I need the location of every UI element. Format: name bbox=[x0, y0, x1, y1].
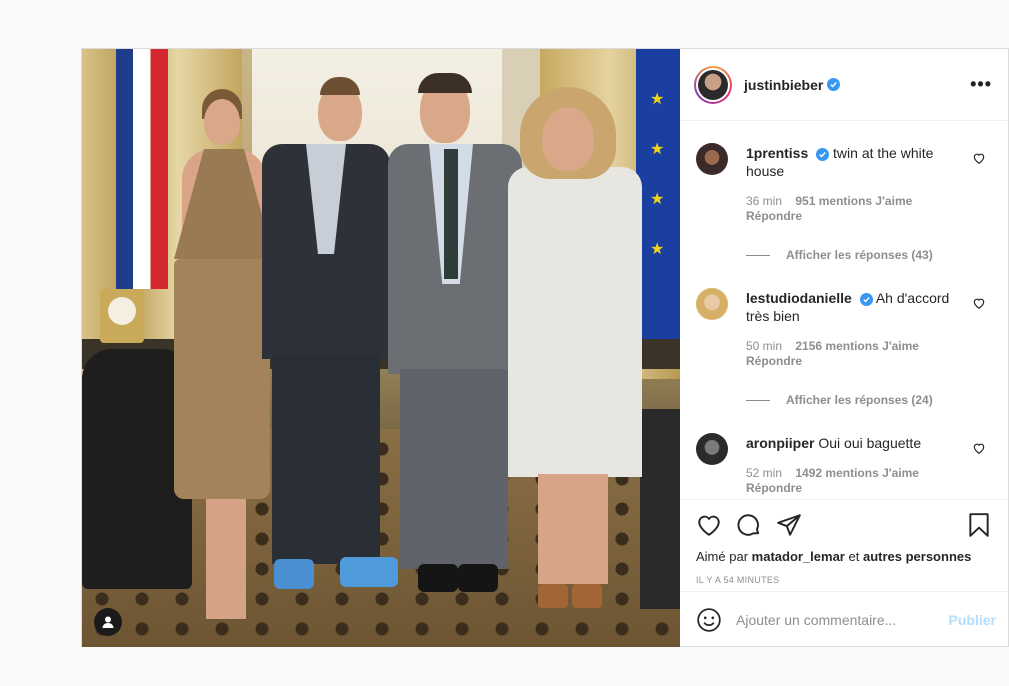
comment-like-heart-icon[interactable] bbox=[972, 296, 986, 310]
reply-button[interactable]: Répondre bbox=[746, 481, 802, 495]
verified-badge-icon bbox=[816, 148, 830, 161]
emoji-smiley-icon[interactable] bbox=[696, 607, 722, 633]
post-sidebar: justinbieber ••• 1prentiss twin at the w… bbox=[680, 49, 1008, 647]
person-1-skirt bbox=[174, 259, 270, 499]
instagram-post: ★ ★ ★ ★ justinbieber ••• 1prentiss twin … bbox=[81, 48, 1009, 647]
person-3-shoe-right bbox=[458, 564, 498, 592]
author-avatar[interactable] bbox=[694, 65, 732, 104]
bookmark-icon[interactable] bbox=[966, 512, 992, 538]
post-photo[interactable]: ★ ★ ★ ★ bbox=[82, 49, 680, 647]
person-4-head bbox=[542, 107, 594, 171]
comment-username[interactable]: lestudiodanielle bbox=[746, 290, 852, 306]
more-options-icon[interactable]: ••• bbox=[970, 74, 992, 95]
comment-body: 1prentiss twin at the white house bbox=[746, 137, 968, 180]
comment-username[interactable]: aronpiiper bbox=[746, 435, 814, 451]
comment-time[interactable]: 52 min bbox=[746, 466, 782, 480]
person-3-tie bbox=[444, 149, 458, 279]
verified-badge-icon bbox=[859, 293, 873, 306]
liked-by-user[interactable]: matador_lemar bbox=[752, 549, 845, 564]
post-actions: Aimé par matador_lemar et autres personn… bbox=[680, 499, 1008, 591]
comment-bubble-icon[interactable] bbox=[736, 512, 762, 538]
person-3-shoe-left bbox=[418, 564, 458, 592]
person-2-legs bbox=[272, 354, 380, 564]
post-header: justinbieber ••• bbox=[680, 49, 1008, 121]
comment-like-heart-icon[interactable] bbox=[972, 441, 986, 455]
comment-item: aronpiiper Oui oui baguette 52 min 1492 … bbox=[680, 427, 1008, 496]
comment-time[interactable]: 50 min bbox=[746, 339, 782, 353]
liked-by-and: et bbox=[848, 549, 860, 564]
person-4-shoe-left bbox=[538, 584, 568, 608]
french-flag bbox=[116, 49, 168, 289]
verified-badge-icon bbox=[827, 78, 841, 91]
comment-avatar[interactable] bbox=[696, 288, 728, 320]
person-4-legs bbox=[538, 474, 608, 584]
person-4-coat bbox=[508, 167, 642, 477]
person-1-head bbox=[204, 99, 240, 145]
comment-likes[interactable]: 2156 mentions J'aime bbox=[795, 339, 919, 353]
person-1-legs bbox=[206, 499, 246, 619]
user-tag-icon[interactable] bbox=[94, 608, 122, 636]
liked-by-line: Aimé par matador_lemar et autres personn… bbox=[696, 549, 992, 564]
author-username[interactable]: justinbieber bbox=[744, 77, 823, 93]
show-replies-button[interactable]: Afficher les réponses (24) bbox=[746, 393, 968, 407]
show-replies-label: Afficher les réponses (24) bbox=[786, 393, 933, 407]
comment-body: lestudiodanielle Ah d'accord très bien bbox=[746, 282, 968, 325]
person-4-shoe-right bbox=[572, 584, 602, 608]
comment-likes[interactable]: 1492 mentions J'aime bbox=[795, 466, 919, 480]
comments-list: 1prentiss twin at the white house 36 min… bbox=[680, 121, 1008, 499]
person-3-hair bbox=[418, 73, 472, 93]
like-heart-icon[interactable] bbox=[696, 512, 722, 538]
photo-chair-right bbox=[640, 409, 680, 609]
comment-likes[interactable]: 951 mentions J'aime bbox=[795, 194, 912, 208]
reply-button[interactable]: Répondre bbox=[746, 354, 802, 368]
liked-by-prefix: Aimé par bbox=[696, 549, 749, 564]
comment-text: Oui oui baguette bbox=[818, 435, 922, 451]
action-icons bbox=[696, 510, 992, 540]
post-timestamp[interactable]: IL Y A 54 MINUTES bbox=[696, 575, 992, 585]
add-comment-bar: Ajouter un commentaire... Publier bbox=[680, 591, 1008, 647]
person-3-legs bbox=[400, 369, 508, 569]
comment-item: 1prentiss twin at the white house 36 min… bbox=[680, 137, 1008, 262]
person-2-shoe-left bbox=[274, 559, 314, 589]
replies-divider bbox=[746, 254, 770, 256]
person-2-shoe-right bbox=[340, 557, 398, 587]
reply-button[interactable]: Répondre bbox=[746, 209, 802, 223]
comment-time[interactable]: 36 min bbox=[746, 194, 782, 208]
show-replies-label: Afficher les réponses (43) bbox=[786, 248, 933, 262]
comment-input[interactable]: Ajouter un commentaire... bbox=[736, 612, 949, 628]
liked-by-others[interactable]: autres personnes bbox=[863, 549, 971, 564]
share-paper-plane-icon[interactable] bbox=[776, 512, 802, 538]
comment-avatar[interactable] bbox=[696, 433, 728, 465]
comment-avatar[interactable] bbox=[696, 143, 728, 175]
publish-button[interactable]: Publier bbox=[949, 612, 996, 628]
comment-like-heart-icon[interactable] bbox=[972, 151, 986, 165]
comment-meta: 36 min 951 mentions J'aime Répondre bbox=[746, 194, 968, 224]
eu-flag: ★ ★ ★ ★ bbox=[636, 49, 680, 349]
photo-clock bbox=[100, 289, 144, 343]
replies-divider bbox=[746, 399, 770, 401]
comment-item: lestudiodanielle Ah d'accord très bien 5… bbox=[680, 282, 1008, 407]
comment-meta: 52 min 1492 mentions J'aime Répondre bbox=[746, 466, 968, 496]
comment-meta: 50 min 2156 mentions J'aime Répondre bbox=[746, 339, 968, 369]
comment-username[interactable]: 1prentiss bbox=[746, 145, 808, 161]
comment-body: aronpiiper Oui oui baguette bbox=[746, 427, 968, 452]
show-replies-button[interactable]: Afficher les réponses (43) bbox=[746, 248, 968, 262]
